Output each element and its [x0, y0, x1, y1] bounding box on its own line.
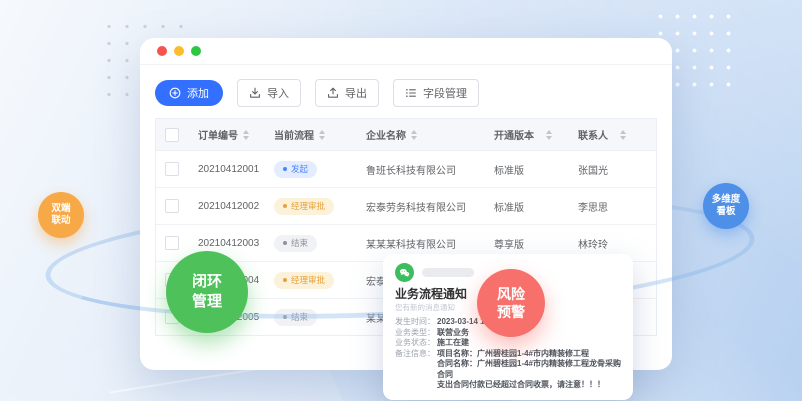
- import-icon: [249, 87, 261, 99]
- header-contact-label: 联系人: [578, 127, 608, 142]
- notification-title: 业务流程通知: [395, 287, 621, 301]
- status-dot-icon: [283, 315, 287, 319]
- header-contact[interactable]: 联系人: [568, 127, 656, 142]
- field-value-remark: 项目名称：广州碧桂园1-4#市内精装修工程 合同名称：广州碧桂园1-4#市内精装…: [437, 349, 621, 391]
- field-value-state: 施工在建: [437, 338, 469, 349]
- version-cell: 标准版: [484, 162, 568, 177]
- status-dot-icon: [283, 241, 287, 245]
- row-checkbox[interactable]: [165, 273, 179, 287]
- sort-icon[interactable]: [243, 130, 249, 140]
- field-value-time: 2023-03-14 14:20: [437, 317, 501, 328]
- remark-line: 支出合同付款已经超过合同收票，请注意！！！: [437, 380, 621, 391]
- flow-status-badge: 结束: [274, 309, 317, 326]
- field-label-time: 发生时间：: [395, 317, 437, 328]
- header-current-flow[interactable]: 当前流程: [264, 127, 356, 142]
- list-settings-icon: [405, 87, 417, 99]
- table-header-row: 订单编号 当前流程 企业名称 开通版本 联系人: [156, 119, 656, 151]
- contact-cell: 林玲玲: [568, 236, 656, 251]
- remark-line: 项目名称：广州碧桂园1-4#市内精装修工程: [437, 349, 621, 360]
- notification-subtitle: 您有新的消息通知: [395, 303, 621, 312]
- remark-line: 合同名称：广州碧桂园1-4#市内精装修工程龙骨采购合同: [437, 359, 621, 380]
- minimize-icon[interactable]: [174, 46, 184, 56]
- version-cell: 标准版: [484, 199, 568, 214]
- header-flow-label: 当前流程: [274, 127, 314, 142]
- field-value-type: 联营业务: [437, 328, 469, 339]
- export-icon: [327, 87, 339, 99]
- header-version[interactable]: 开通版本: [484, 127, 568, 142]
- window-titlebar: [140, 38, 672, 65]
- field-manage-button-label: 字段管理: [423, 85, 467, 101]
- wechat-icon: [395, 263, 414, 282]
- row-checkbox[interactable]: [165, 162, 179, 176]
- sort-icon[interactable]: [546, 130, 552, 140]
- status-dot-icon: [283, 278, 287, 282]
- scene: 添加 导入 导出: [0, 0, 802, 401]
- order-no-cell: 20210412001: [188, 164, 264, 175]
- sort-icon[interactable]: [411, 130, 417, 140]
- flow-status-badge: 结束: [274, 235, 317, 252]
- flow-status-badge: 发起: [274, 161, 317, 178]
- notification-fields: 发生时间： 2023-03-14 14:20 业务类型： 联营业务 业务状态： …: [395, 317, 621, 391]
- notification-card: 业务流程通知 您有新的消息通知 发生时间： 2023-03-14 14:20 业…: [383, 254, 633, 400]
- sort-icon[interactable]: [620, 130, 626, 140]
- badge-dual-linkage: 双端 联动: [38, 192, 84, 238]
- toolbar: 添加 导入 导出: [140, 65, 672, 118]
- row-checkbox[interactable]: [165, 199, 179, 213]
- field-label-type: 业务类型：: [395, 328, 437, 339]
- version-cell: 尊享版: [484, 236, 568, 251]
- order-no-cell: 20210412004: [188, 275, 264, 286]
- field-label-remark: 备注信息：: [395, 349, 437, 391]
- contact-cell: 李思思: [568, 199, 656, 214]
- field-manage-button[interactable]: 字段管理: [393, 79, 479, 107]
- sort-icon[interactable]: [319, 130, 325, 140]
- add-button[interactable]: 添加: [155, 80, 223, 106]
- header-version-label: 开通版本: [494, 127, 534, 142]
- close-icon[interactable]: [157, 46, 167, 56]
- row-checkbox[interactable]: [165, 310, 179, 324]
- header-order-label: 订单编号: [198, 127, 238, 142]
- flow-status-badge: 经理审批: [274, 198, 334, 215]
- status-dot-icon: [283, 167, 287, 171]
- import-button-label: 导入: [267, 85, 289, 101]
- sender-placeholder: [422, 268, 474, 277]
- order-no-cell: 20210412003: [188, 238, 264, 249]
- import-button[interactable]: 导入: [237, 79, 301, 107]
- field-label-state: 业务状态：: [395, 338, 437, 349]
- contact-cell: 张国光: [568, 162, 656, 177]
- flow-status-badge: 经理审批: [274, 272, 334, 289]
- company-cell: 宏泰劳务科技有限公司: [356, 199, 484, 214]
- export-button-label: 导出: [345, 85, 367, 101]
- notification-header: [395, 263, 621, 282]
- select-all-cell: [156, 128, 188, 142]
- export-button[interactable]: 导出: [315, 79, 379, 107]
- badge-multi-dashboard: 多维度 看板: [703, 183, 749, 229]
- table-row[interactable]: 20210412002 经理审批 宏泰劳务科技有限公司 标准版 李思思: [156, 188, 656, 225]
- table-row[interactable]: 20210412001 发起 鲁班长科技有限公司 标准版 张国光: [156, 151, 656, 188]
- order-no-cell: 20210412002: [188, 201, 264, 212]
- header-company-label: 企业名称: [366, 127, 406, 142]
- maximize-icon[interactable]: [191, 46, 201, 56]
- company-cell: 鲁班长科技有限公司: [356, 162, 484, 177]
- plus-circle-icon: [169, 87, 181, 99]
- select-all-checkbox[interactable]: [165, 128, 179, 142]
- row-checkbox[interactable]: [165, 236, 179, 250]
- header-order-no[interactable]: 订单编号: [188, 127, 264, 142]
- order-no-cell: 20210412005: [188, 312, 264, 323]
- company-cell: 某某某科技有限公司: [356, 236, 484, 251]
- status-dot-icon: [283, 204, 287, 208]
- add-button-label: 添加: [187, 85, 209, 101]
- header-company[interactable]: 企业名称: [356, 127, 484, 142]
